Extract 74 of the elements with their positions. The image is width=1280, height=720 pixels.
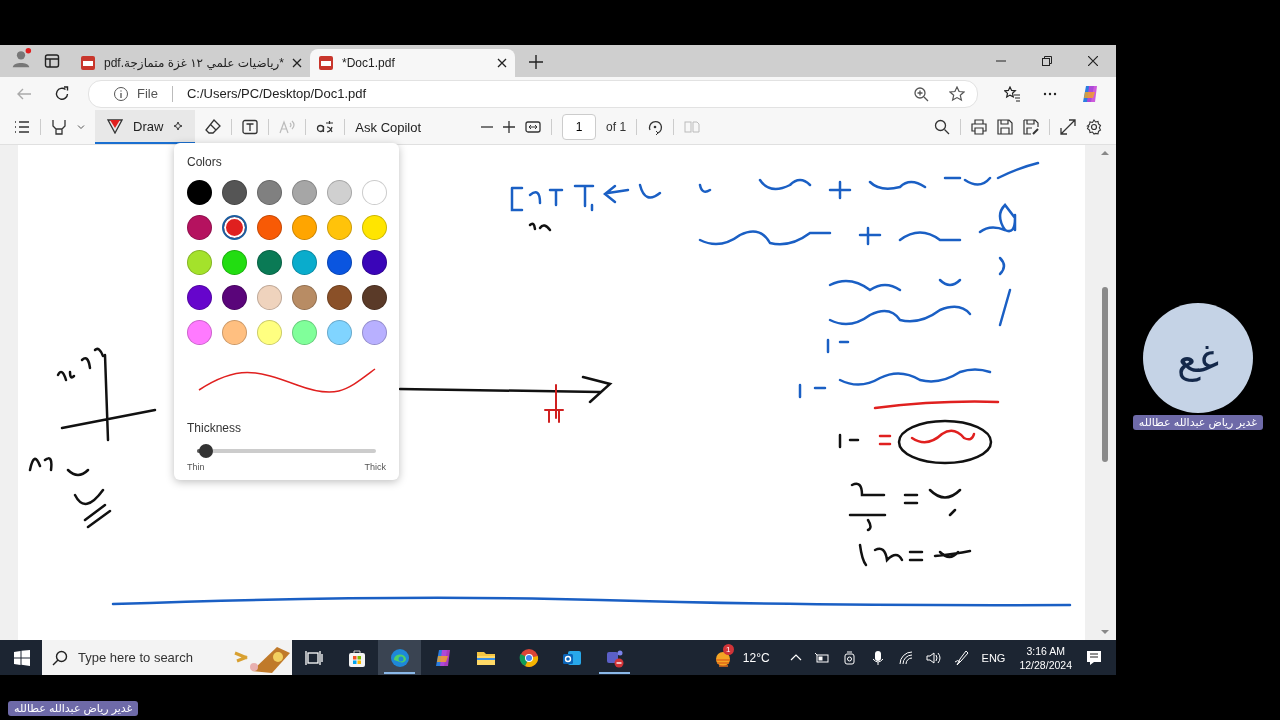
thickness-slider[interactable]	[197, 444, 376, 458]
refresh-icon[interactable]	[54, 85, 70, 102]
info-icon	[113, 85, 129, 102]
address-field[interactable]: File C:/Users/PC/Desktop/Doc1.pdf	[88, 79, 978, 108]
tab-title: *رياضيات علمي ١٢ غزة متمازجة.pdf	[104, 56, 285, 70]
close-icon[interactable]	[1088, 56, 1098, 66]
restore-icon[interactable]	[1042, 56, 1052, 66]
contents-list-icon[interactable]	[14, 119, 30, 135]
url-text: C:/Users/PC/Desktop/Doc1.pdf	[186, 86, 367, 101]
avatar-initials: غع	[1176, 335, 1220, 381]
profile-icon[interactable]	[10, 47, 32, 69]
clock-time[interactable]: 3:16 AM	[1026, 643, 1065, 658]
edge-browser-icon	[389, 647, 410, 668]
fit-width-icon[interactable]	[525, 119, 542, 135]
notifications-icon[interactable]	[1086, 649, 1102, 666]
draw-button[interactable]: Draw	[95, 110, 196, 144]
page-number-field[interactable]: 1	[562, 114, 597, 140]
print-icon[interactable]	[971, 119, 987, 135]
pdf-file-icon	[80, 55, 96, 71]
search-icon[interactable]	[934, 119, 950, 135]
caption-name: غدير رياض عبدالله عطالله	[8, 701, 139, 716]
pdf-page[interactable]: Colors Thickness Thin Thick	[18, 145, 1085, 640]
thin-label: Thin	[187, 462, 205, 472]
weather-widget[interactable]: 1 12°C	[712, 646, 770, 669]
tab-actions-icon[interactable]	[44, 53, 60, 69]
clock-date[interactable]: 12/28/2024	[1019, 657, 1072, 672]
pdf-file-icon	[318, 55, 335, 71]
close-icon[interactable]	[292, 58, 303, 68]
copilot-icon[interactable]	[1080, 83, 1100, 104]
speaker-icon[interactable]	[925, 649, 942, 666]
slider-thumb[interactable]	[198, 444, 213, 458]
camera-icon[interactable]	[841, 649, 858, 666]
thickness-heading: Thickness	[187, 421, 243, 435]
close-icon[interactable]	[497, 58, 508, 68]
colors-heading: Colors	[187, 155, 223, 169]
zoom-in-icon[interactable]	[913, 85, 929, 102]
ask-copilot-button[interactable]: Ask Copilot	[355, 119, 422, 135]
rotate-icon[interactable]	[647, 119, 664, 135]
thick-label: Thick	[364, 462, 386, 472]
tab-title: *Doc1.pdf	[342, 56, 396, 70]
pen-icon[interactable]	[953, 649, 970, 666]
search-placeholder: Type here to search	[78, 650, 193, 665]
sparkle-icon	[173, 121, 184, 131]
text-box-icon[interactable]	[242, 119, 259, 135]
translate-icon[interactable]	[316, 119, 335, 135]
zoom-in-icon[interactable]	[503, 121, 516, 133]
browser-tab[interactable]: *رياضيات علمي ١٢ غزة متمازجة.pdf	[72, 49, 311, 77]
language-indicator[interactable]: ENG	[981, 651, 1006, 664]
chrome-browser-icon	[518, 647, 539, 668]
site-label: File	[137, 86, 158, 101]
save-as-icon[interactable]	[1023, 119, 1039, 135]
participant-name: غدير رياض عبدالله عطالله	[1132, 415, 1264, 430]
pen-icon	[107, 118, 123, 134]
scroll-thumb[interactable]	[1102, 287, 1108, 462]
eraser-icon[interactable]	[205, 119, 222, 135]
temperature-text: 12°C	[742, 650, 770, 665]
taskbar-search-field[interactable]: Type here to search	[42, 640, 292, 675]
scroll-down-icon[interactable]	[1101, 628, 1109, 636]
store-bag-icon	[346, 647, 367, 668]
windows-start-icon[interactable]	[14, 649, 30, 666]
settings-icon[interactable]	[1086, 119, 1102, 135]
search-icon	[52, 649, 68, 666]
save-icon[interactable]	[997, 119, 1013, 135]
new-tab-icon[interactable]	[529, 55, 544, 69]
expand-icon[interactable]	[1060, 119, 1076, 135]
notification-badge: 1	[722, 643, 734, 655]
color-swatch[interactable]	[222, 215, 247, 240]
wifi-icon[interactable]	[897, 649, 914, 666]
scroll-up-icon[interactable]	[1101, 149, 1109, 157]
highlighter-icon[interactable]	[51, 119, 67, 135]
browser-tab[interactable]: *Doc1.pdf	[310, 49, 516, 77]
favorites-icon[interactable]	[1004, 85, 1020, 102]
star-icon[interactable]	[949, 85, 965, 102]
page-count: of 1	[606, 120, 627, 134]
